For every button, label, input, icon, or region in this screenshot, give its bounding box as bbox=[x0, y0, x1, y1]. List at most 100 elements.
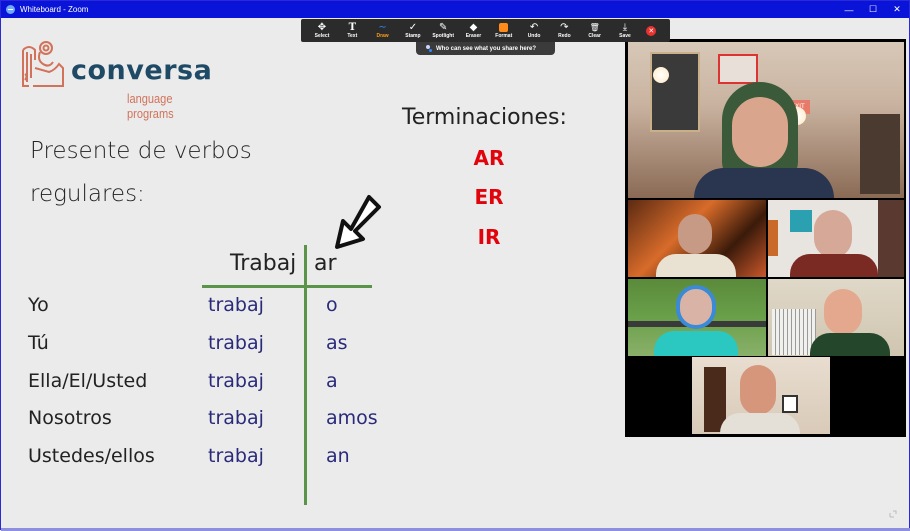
logo-mark-icon bbox=[22, 41, 64, 87]
checkmark-icon: ✓ bbox=[408, 21, 418, 33]
ending: an bbox=[326, 445, 350, 467]
zoom-window: Whiteboard - Zoom — ☐ ✕ conversa languag… bbox=[0, 0, 910, 531]
video-tile-participant[interactable] bbox=[692, 357, 830, 434]
tool-stamp[interactable]: ✓ Stamp bbox=[398, 19, 428, 42]
ending-er: ER bbox=[474, 185, 504, 209]
lesson-heading: Presente de verbos regulares: bbox=[30, 130, 252, 216]
share-visibility-label: Who can see what you share here? bbox=[436, 45, 537, 52]
conjugation-row: Nosotros trabaj amos bbox=[1, 407, 401, 437]
video-tile-participant[interactable] bbox=[768, 279, 904, 356]
tool-label: Text bbox=[347, 32, 358, 39]
tool-eraser[interactable]: ◆ Eraser bbox=[458, 19, 488, 42]
tool-label: Save bbox=[619, 32, 631, 39]
maximize-button[interactable]: ☐ bbox=[861, 1, 885, 18]
poster bbox=[718, 54, 758, 84]
face bbox=[678, 214, 712, 254]
move-icon: ✥ bbox=[317, 21, 327, 33]
video-tile-speaker[interactable]: EXIT bbox=[628, 42, 904, 198]
video-tile-participant[interactable] bbox=[768, 200, 904, 277]
shoulders bbox=[656, 254, 736, 277]
shoulders bbox=[790, 254, 878, 277]
pendant-lamp bbox=[653, 67, 669, 83]
chalkboard bbox=[650, 52, 700, 132]
tool-select[interactable]: ✥ Select bbox=[307, 19, 337, 42]
tool-label: Stamp bbox=[405, 32, 421, 39]
stem: trabaj bbox=[208, 332, 264, 354]
ending: amos bbox=[326, 407, 378, 429]
shoulders bbox=[694, 168, 834, 198]
tool-draw[interactable]: ∼ Draw bbox=[368, 19, 398, 42]
heading-line: Presente de verbos bbox=[30, 138, 252, 164]
verb-ending-header: ar bbox=[314, 251, 337, 276]
heading-line: regulares: bbox=[30, 181, 145, 207]
ending-ir: IR bbox=[477, 225, 501, 249]
shelf bbox=[860, 114, 900, 194]
face bbox=[732, 97, 788, 167]
tool-label: Clear bbox=[588, 32, 601, 39]
zoom-app-icon bbox=[6, 5, 15, 14]
save-icon: ⤓ bbox=[622, 21, 628, 33]
stem: trabaj bbox=[208, 294, 264, 316]
shoulders bbox=[720, 413, 800, 434]
face bbox=[814, 210, 852, 258]
logo-wordmark: conversa bbox=[71, 55, 213, 86]
stem: trabaj bbox=[208, 407, 264, 429]
ending: o bbox=[326, 294, 338, 316]
conjugation-row: Ella/El/Usted trabaj a bbox=[1, 370, 401, 400]
stem: trabaj bbox=[208, 445, 264, 467]
logo-tagline: language programs bbox=[127, 91, 174, 121]
pronoun: Nosotros bbox=[28, 407, 112, 429]
ending: as bbox=[326, 332, 348, 354]
eraser-icon: ◆ bbox=[469, 21, 478, 33]
annotation-toolbar: ✥ Select T Text ∼ Draw ✓ Stamp ✎ Spotlig… bbox=[301, 19, 670, 42]
minimize-button[interactable]: — bbox=[837, 1, 861, 18]
tool-label: Eraser bbox=[465, 32, 482, 39]
spotlight-icon: ✎ bbox=[438, 21, 448, 33]
tool-label: Redo bbox=[558, 32, 571, 39]
conjugation-row: Ustedes/ellos trabaj an bbox=[1, 445, 401, 475]
title-bar: Whiteboard - Zoom — ☐ ✕ bbox=[1, 1, 909, 18]
share-visibility-button[interactable]: Who can see what you share here? bbox=[416, 42, 555, 55]
pronoun: Yo bbox=[28, 294, 49, 316]
door bbox=[878, 200, 904, 277]
picture-frame bbox=[782, 395, 798, 413]
wall-art bbox=[768, 220, 778, 256]
tool-label: Spotlight bbox=[432, 32, 455, 39]
close-toolbar-icon[interactable]: ✕ bbox=[646, 25, 657, 36]
video-tile-participant[interactable] bbox=[628, 279, 766, 356]
tool-text[interactable]: T Text bbox=[337, 19, 367, 42]
pronoun: Tú bbox=[28, 332, 49, 354]
ending: a bbox=[326, 370, 338, 392]
format-color-icon bbox=[499, 22, 509, 32]
face bbox=[740, 365, 776, 415]
verb-stem-header: Trabaj bbox=[230, 251, 297, 276]
shoulders bbox=[654, 331, 738, 356]
tool-save[interactable]: ⤓ Save bbox=[610, 19, 640, 42]
tool-spotlight[interactable]: ✎ Spotlight bbox=[428, 19, 458, 42]
participants-icon bbox=[425, 45, 432, 52]
wall-art bbox=[790, 210, 812, 232]
tool-undo[interactable]: ↶ Undo bbox=[519, 19, 549, 42]
face bbox=[824, 289, 862, 335]
tool-format[interactable]: Format bbox=[489, 19, 519, 42]
pronoun: Ella/El/Usted bbox=[28, 370, 148, 392]
trash-icon: 🗑 bbox=[589, 22, 600, 32]
close-window-button[interactable]: ✕ bbox=[885, 1, 909, 18]
tool-label: Select bbox=[314, 32, 330, 39]
conversa-logo: conversa language programs bbox=[19, 38, 229, 121]
video-tile-participant[interactable] bbox=[628, 200, 766, 277]
conjugation-row: Yo trabaj o bbox=[1, 294, 401, 324]
tool-redo[interactable]: ↷ Redo bbox=[549, 19, 579, 42]
resize-handle-icon[interactable] bbox=[888, 509, 898, 519]
redo-icon: ↷ bbox=[560, 21, 569, 33]
shoulders bbox=[810, 333, 890, 356]
undo-icon: ↶ bbox=[529, 21, 539, 33]
video-gallery: EXIT bbox=[625, 39, 906, 437]
endings-title: Terminaciones: bbox=[402, 105, 567, 130]
text-icon: T bbox=[348, 21, 357, 33]
tool-label: Format bbox=[495, 32, 513, 39]
stem: trabaj bbox=[208, 370, 264, 392]
ending-ar: AR bbox=[473, 146, 505, 170]
pronoun: Ustedes/ellos bbox=[28, 445, 155, 467]
tool-clear[interactable]: 🗑 Clear bbox=[580, 19, 610, 42]
